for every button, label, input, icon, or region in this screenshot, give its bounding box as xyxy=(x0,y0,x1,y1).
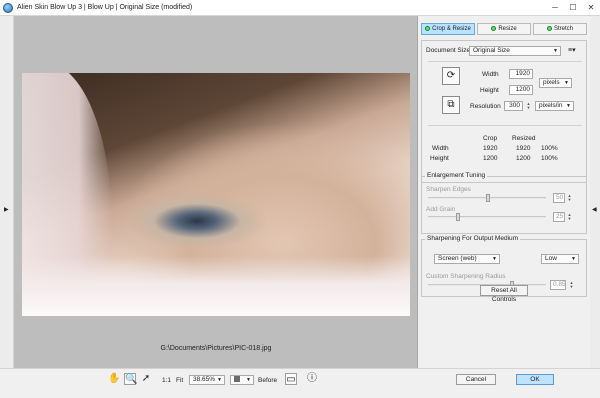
select-value: Low xyxy=(545,255,557,262)
presets-menu-icon[interactable]: ≡▾ xyxy=(568,47,578,55)
select-value: pixels/in xyxy=(539,102,563,109)
tab-label: Stretch xyxy=(553,26,573,32)
width-field[interactable]: 1920 xyxy=(509,69,533,79)
width-label: Width xyxy=(482,71,499,78)
sharpen-edges-field[interactable]: 50 xyxy=(553,193,565,203)
preview-image[interactable] xyxy=(22,73,410,316)
custom-radius-field[interactable]: 0,85 xyxy=(550,280,566,290)
units-select[interactable]: pixels ▼ xyxy=(539,78,572,88)
height-label: Height xyxy=(480,87,499,94)
ok-button[interactable]: OK xyxy=(516,374,554,385)
chevron-down-icon: ▼ xyxy=(217,377,222,383)
before-label: Before xyxy=(258,377,278,384)
table-row-label: Width xyxy=(432,145,449,152)
add-grain-label: Add Grain xyxy=(426,206,456,213)
help-icon[interactable]: ⓘ xyxy=(306,373,318,385)
table-cell: 1200 xyxy=(516,155,531,162)
color-swatch-icon xyxy=(234,376,240,382)
triangle-right-icon: ▶ xyxy=(4,207,9,213)
resolution-label: Resolution xyxy=(470,103,501,110)
tab-indicator-icon xyxy=(491,26,497,31)
radius-spinner-icon[interactable]: ▲ ▼ xyxy=(569,281,574,289)
sharpen-spinner-icon[interactable]: ▲ ▼ xyxy=(567,194,572,202)
output-medium-select[interactable]: Screen (web) ▼ xyxy=(434,254,500,264)
hand-tool-icon[interactable]: ✋ xyxy=(108,373,120,385)
reset-all-controls-button[interactable]: Reset All Controls xyxy=(480,285,528,303)
divider xyxy=(428,125,582,126)
before-after-toggle-icon[interactable]: ▭ xyxy=(285,373,297,385)
table-cell: 1920 xyxy=(483,145,498,152)
pointer-tool-icon[interactable]: ➚ xyxy=(140,373,152,385)
select-value: Original Size xyxy=(473,47,510,54)
enlargement-group: Enlargement Tuning Sharpen Edges 50 ▲ ▼ A… xyxy=(421,172,587,234)
chevron-down-icon: ▼ xyxy=(553,48,558,54)
crop-icon[interactable]: ⟳ xyxy=(442,67,460,85)
document-size-select[interactable]: Original Size ▼ xyxy=(469,46,561,56)
table-cell: 100% xyxy=(541,145,558,152)
preview-area[interactable] xyxy=(14,16,418,368)
grain-spinner-icon[interactable]: ▲ ▼ xyxy=(567,213,572,221)
resolution-spinner-icon[interactable]: ▲ ▼ xyxy=(526,102,531,110)
add-grain-field[interactable]: 25 xyxy=(553,212,565,222)
app-icon xyxy=(3,3,13,13)
table-cell: 1920 xyxy=(516,145,531,152)
resolution-field[interactable]: 300 xyxy=(504,101,523,111)
chevron-down-icon: ▼ xyxy=(492,256,497,262)
custom-radius-label: Custom Sharpening Radius xyxy=(426,273,506,280)
right-panel-toggle[interactable]: ◀ xyxy=(590,16,600,368)
window-controls: ─ ☐ ✕ xyxy=(550,3,596,13)
divider xyxy=(428,61,582,62)
crop-resize-group: Document Size Original Size ▼ ≡▾ ⟳ Width … xyxy=(421,40,587,183)
sharpen-edges-thumb[interactable] xyxy=(486,194,490,202)
left-panel-toggle[interactable]: ▶ xyxy=(0,16,14,368)
document-size-label: Document Size xyxy=(426,47,471,54)
background-color-select[interactable]: ▼ xyxy=(230,375,254,385)
resized-header: Resized xyxy=(512,135,536,142)
tab-label: Resize xyxy=(498,26,517,32)
chevron-down-icon: ▼ xyxy=(566,103,571,109)
window-title: Alien Skin Blow Up 3 | Blow Up | Origina… xyxy=(17,4,193,11)
zoom-level-select[interactable]: 38.65% ▼ xyxy=(189,375,225,385)
photo-blanket xyxy=(22,256,410,316)
chevron-down-icon: ▼ xyxy=(246,377,251,383)
tab-stretch[interactable]: Stretch xyxy=(533,23,587,35)
tab-crop-resize[interactable]: Crop & Resize xyxy=(421,23,475,35)
crop-header: Crop xyxy=(483,135,498,142)
maximize-button[interactable]: ☐ xyxy=(568,3,578,13)
close-button[interactable]: ✕ xyxy=(586,3,596,13)
bottom-toolbar xyxy=(0,368,600,398)
resolution-units-select[interactable]: pixels/in ▼ xyxy=(535,101,574,111)
tab-resize[interactable]: Resize xyxy=(477,23,531,35)
file-path: G:\Documents\Pictures\PIC-018.jpg xyxy=(160,345,272,352)
title-bar: Alien Skin Blow Up 3 | Blow Up | Origina… xyxy=(0,0,600,16)
tab-indicator-icon xyxy=(425,26,431,31)
sharpen-edges-label: Sharpen Edges xyxy=(426,186,471,193)
tab-indicator-icon xyxy=(546,26,552,31)
tab-label: Crop & Resize xyxy=(432,26,471,32)
group-title: Sharpening For Output Medium xyxy=(425,235,521,242)
sharpening-amount-select[interactable]: Low ▼ xyxy=(541,254,579,264)
settings-panel: Crop & Resize Resize Stretch Document Si… xyxy=(418,16,590,368)
height-field[interactable]: 1200 xyxy=(509,85,533,95)
tab-bar: Crop & Resize Resize Stretch xyxy=(421,23,587,35)
add-grain-slider[interactable] xyxy=(428,216,546,218)
triangle-left-icon: ◀ xyxy=(592,207,597,213)
select-value: 38.65% xyxy=(193,376,216,383)
cancel-button[interactable]: Cancel xyxy=(456,374,496,385)
zoom-fit-button[interactable]: Fit xyxy=(176,377,183,384)
zoom-1to1-button[interactable]: 1:1 xyxy=(162,377,171,384)
select-value: pixels xyxy=(543,79,560,86)
table-row-label: Height xyxy=(430,155,449,162)
group-title: Enlargement Tuning xyxy=(425,172,488,179)
select-value: Screen (web) xyxy=(438,255,477,262)
table-cell: 1200 xyxy=(483,155,498,162)
table-cell: 100% xyxy=(541,155,558,162)
add-grain-thumb[interactable] xyxy=(456,213,460,221)
minimize-button[interactable]: ─ xyxy=(550,3,560,13)
chevron-down-icon: ▼ xyxy=(564,80,569,86)
zoom-tool-icon[interactable]: 🔍 xyxy=(124,373,137,385)
resize-icon[interactable]: ⧉ xyxy=(442,96,460,114)
chevron-down-icon: ▼ xyxy=(571,256,576,262)
